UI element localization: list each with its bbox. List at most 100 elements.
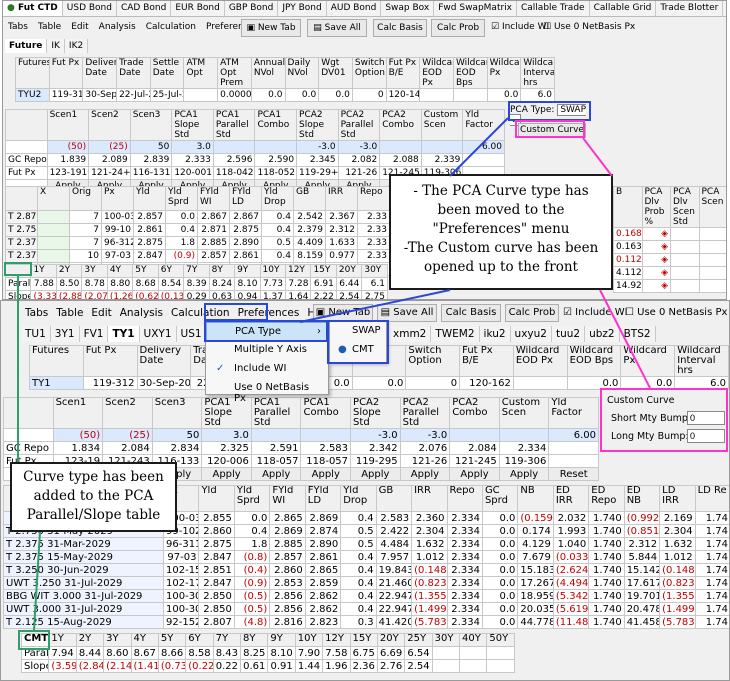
- top-scen-cell-1-7[interactable]: 2.345: [296, 153, 339, 167]
- top-tab-5[interactable]: AUD Bond: [326, 1, 382, 16]
- top-menu-item-1[interactable]: Table: [33, 21, 66, 33]
- bottom-subtab-right-4[interactable]: tuu2: [551, 326, 586, 342]
- bot-scen-cell-2-11[interactable]: [548, 454, 599, 468]
- top-fut-cell-0-11[interactable]: 120-142: [385, 88, 421, 102]
- top-tab-4[interactable]: JPY Bond: [278, 1, 327, 16]
- tab-fut-ctd[interactable]: ● Fut CTD: [3, 1, 63, 16]
- top-fut-cell-0-12[interactable]: [419, 88, 454, 102]
- top-scen-cell-0-5[interactable]: [212, 140, 256, 154]
- top-fut-cell-0-3[interactable]: 22-Jul-2022: [116, 88, 151, 102]
- top-scen-cell-2-4[interactable]: 120-001: [171, 166, 214, 180]
- bottom-subtab-right-5[interactable]: ubz2: [585, 326, 620, 342]
- bot-scen-cell-1-10[interactable]: 2.334: [498, 441, 550, 455]
- top-scen-cell-0-3[interactable]: 50: [129, 140, 173, 154]
- top-tab-11[interactable]: USD TIPS: [723, 1, 726, 16]
- top-scen-cell-1-1[interactable]: 1.839: [46, 153, 90, 167]
- top-tab-0[interactable]: USD Bond: [62, 1, 117, 16]
- bot-scen-cell-3-5[interactable]: Apply: [250, 467, 302, 481]
- bottom-subtab-right-1[interactable]: TWEM2: [431, 326, 480, 342]
- bottom-subtab-right-6[interactable]: BTS2: [619, 326, 656, 342]
- bot-scen-cell-1-5[interactable]: 2.591: [250, 441, 302, 455]
- bot-scen-cell-3-6[interactable]: Apply: [300, 467, 352, 481]
- top-use0-check[interactable]: ☐ Use 0 NetBasis Px: [543, 22, 635, 32]
- top-fut-cell-0-14[interactable]: 0.0: [486, 88, 522, 102]
- top-menu-item-2[interactable]: Edit: [66, 21, 93, 33]
- top-custom-curve-button[interactable]: Custom Curve: [518, 123, 586, 138]
- top-scen-cell-1-3[interactable]: 2.839: [129, 153, 173, 167]
- top-tab-6[interactable]: Swap Box: [381, 1, 435, 16]
- short-mty-input[interactable]: [687, 411, 725, 425]
- bottom-subtab-4[interactable]: UXY1: [139, 326, 177, 342]
- bottom-include-wi-check[interactable]: ☑ Include WI: [563, 307, 628, 318]
- bot-scen-cell-3-10[interactable]: Apply: [498, 467, 550, 481]
- bot-scen-cell-0-5[interactable]: [250, 428, 302, 442]
- bot-scen-cell-2-6[interactable]: 118-057: [300, 454, 352, 468]
- top-scen-cell-0-7[interactable]: -3.0: [296, 140, 339, 154]
- top-scen-cell-0-10[interactable]: [420, 140, 464, 154]
- submenu-swap[interactable]: SWAP: [330, 322, 386, 341]
- top-fut-cell-0-0[interactable]: TYU2: [15, 88, 50, 102]
- bot-scen-cell-3-9[interactable]: Apply: [449, 467, 500, 481]
- top-scen-cell-2-2[interactable]: 121-24+: [88, 166, 131, 180]
- bot-scen-cell-2-5[interactable]: 118-057: [250, 454, 302, 468]
- top-scen-cell-0-0[interactable]: [5, 140, 48, 154]
- top-include-wi-check[interactable]: ☑ Include WI: [491, 22, 549, 32]
- top-scen-cell-0-9[interactable]: [379, 140, 422, 154]
- bot-scen-cell-1-3[interactable]: 2.834: [151, 441, 203, 455]
- top-subtab-0[interactable]: Future: [5, 39, 48, 53]
- top-scen-cell-1-9[interactable]: 2.088: [379, 153, 422, 167]
- top-subtab-1[interactable]: IK: [47, 39, 65, 53]
- top-scen-cell-1-4[interactable]: 2.333: [171, 153, 214, 167]
- top-tab-1[interactable]: CAD Bond: [116, 1, 172, 16]
- top-fut-cell-0-4[interactable]: 25-Jul-2022: [149, 88, 185, 102]
- top-tab-7[interactable]: Fwd SwapMatrix: [434, 1, 517, 16]
- top-fut-cell-0-6[interactable]: 0.000000: [217, 88, 252, 102]
- top-fut-cell-0-9[interactable]: 0.0: [318, 88, 353, 102]
- top-scen-cell-1-0[interactable]: GC Repo: [5, 153, 48, 167]
- bot-fut-cell-0-10[interactable]: 0.0: [566, 376, 622, 390]
- bottom-calc-prob-button[interactable]: Calc Prob: [505, 304, 559, 322]
- bottom-subtab-right-3[interactable]: uxyu2: [510, 326, 552, 342]
- bot-fut-cell-0-0[interactable]: TY1: [29, 376, 84, 390]
- top-menu-item-0[interactable]: Tabs: [3, 21, 33, 33]
- bottom-menu-item-4[interactable]: Calculation: [167, 305, 234, 321]
- top-scen-cell-0-8[interactable]: -3.0: [337, 140, 381, 154]
- bot-scen-cell-1-9[interactable]: 2.084: [449, 441, 500, 455]
- top-calc-prob-button[interactable]: Calc Prob: [431, 19, 485, 37]
- menu-item-multiple-y[interactable]: Multiple Y Axis: [206, 341, 328, 360]
- bottom-menu-item-2[interactable]: Edit: [87, 305, 115, 321]
- bot-scen-cell-1-4[interactable]: 2.325: [201, 441, 252, 455]
- bot-scen-cell-1-2[interactable]: 2.084: [102, 441, 153, 455]
- top-fut-cell-0-15[interactable]: 6.0: [520, 88, 555, 102]
- top-fut-cell-0-10[interactable]: 0: [351, 88, 387, 102]
- bot-scen-cell-0-2[interactable]: (25): [102, 428, 153, 442]
- bottom-subtab-3[interactable]: TY1: [108, 326, 140, 342]
- top-scen-cell-2-6[interactable]: 118-052: [254, 166, 298, 180]
- top-scen-cell-0-11[interactable]: 6.00: [462, 140, 505, 154]
- bot-scen-cell-2-9[interactable]: 121-245: [449, 454, 500, 468]
- bot-fut-cell-0-6[interactable]: 0.0: [351, 376, 407, 390]
- bottom-calc-basis-button[interactable]: Calc Basis: [441, 304, 501, 322]
- top-scen-cell-1-8[interactable]: 2.082: [337, 153, 381, 167]
- bot-scen-cell-3-8[interactable]: Apply: [399, 467, 451, 481]
- top-subtab-2[interactable]: IK2: [64, 39, 89, 53]
- bot-scen-cell-1-1[interactable]: 1.834: [52, 441, 104, 455]
- long-mty-input[interactable]: [687, 429, 725, 443]
- top-scen-cell-1-10[interactable]: 2.339: [420, 153, 464, 167]
- top-scen-cell-0-1[interactable]: (50): [46, 140, 90, 154]
- top-fut-cell-0-1[interactable]: 119-31: [48, 88, 84, 102]
- top-fut-cell-0-7[interactable]: 0.0: [250, 88, 286, 102]
- top-calc-basis-button[interactable]: Calc Basis: [373, 19, 427, 37]
- top-fut-cell-0-13[interactable]: [452, 88, 488, 102]
- top-tab-10[interactable]: Trade Blotter: [656, 1, 724, 16]
- bot-fut-cell-0-11[interactable]: 0.0: [620, 376, 676, 390]
- top-scen-cell-2-1[interactable]: 123-191: [46, 166, 90, 180]
- top-fut-cell-0-5[interactable]: [183, 88, 219, 102]
- bot-scen-cell-2-7[interactable]: 119-295: [350, 454, 401, 468]
- bottom-menu-item-3[interactable]: Analysis: [116, 305, 167, 321]
- bot-scen-cell-0-4[interactable]: 3.0: [201, 428, 252, 442]
- bot-scen-cell-1-6[interactable]: 2.583: [300, 441, 352, 455]
- bot-fut-cell-0-8[interactable]: 120-162: [459, 376, 514, 390]
- top-scen-cell-0-4[interactable]: 3.0: [171, 140, 214, 154]
- bot-scen-cell-1-11[interactable]: [548, 441, 599, 455]
